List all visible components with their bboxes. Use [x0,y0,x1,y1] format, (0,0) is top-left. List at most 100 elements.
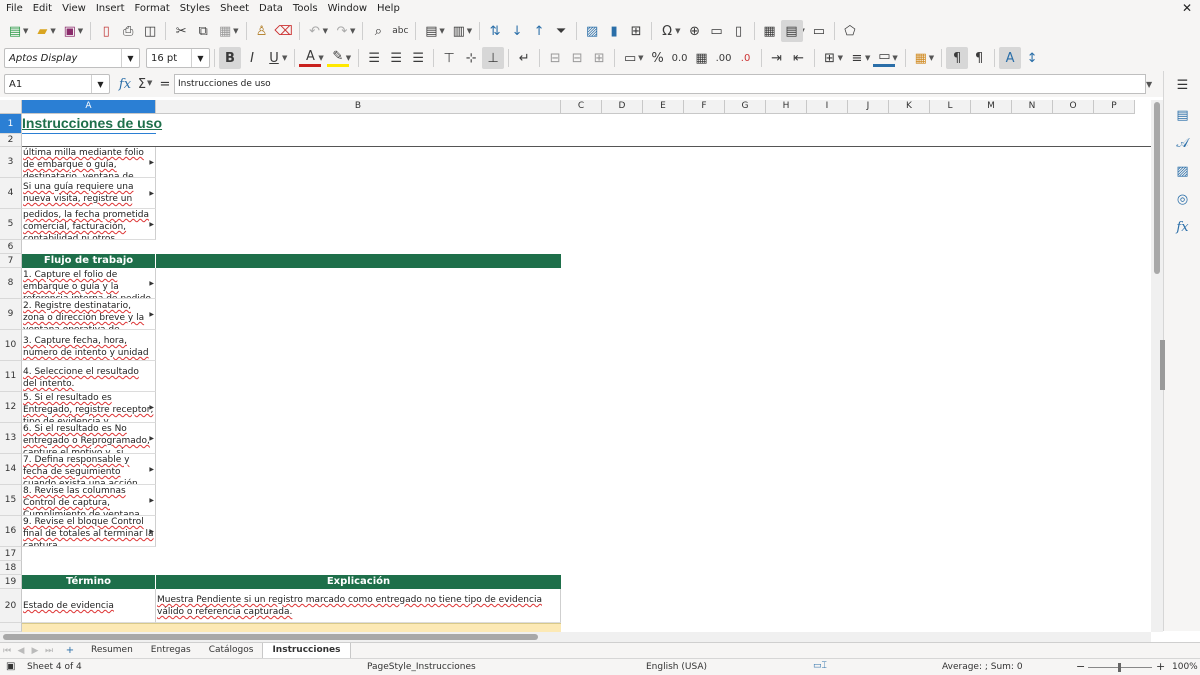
selection-mode-icon[interactable]: ▭⌶ [813,661,827,671]
row-header-15[interactable]: 15 [0,485,22,516]
merge-cells-icon[interactable]: ⊟ [566,47,588,69]
zoom-in-icon[interactable]: + [1156,660,1165,673]
chevron-down-icon[interactable]: ▼ [91,75,109,93]
align-left-icon[interactable]: ☰ [363,47,385,69]
last-sheet-icon[interactable]: ⏭ [42,646,56,656]
zoom-slider-knob[interactable] [1118,663,1121,672]
increase-indent-icon[interactable]: ⇥ [766,47,788,69]
row-header-5[interactable]: 5 [0,209,22,240]
row-header-6[interactable]: 6 [0,240,22,254]
cell-a3[interactable]: última milla mediante folio de embarque … [22,147,156,178]
cell-a8[interactable]: 1. Capture el folio de embarque o guía y… [22,268,156,299]
functions-icon[interactable]: fx [1164,213,1200,241]
vertical-scroll-thumb[interactable] [1154,102,1160,274]
menu-item-help[interactable]: Help [377,3,400,14]
cell-a5[interactable]: pedidos, la fecha prometida comercial, f… [22,209,156,240]
conditional-format-icon[interactable]: ▦ [910,47,932,69]
menu-item-tools[interactable]: Tools [293,3,318,14]
column-header-d[interactable]: D [602,100,643,114]
add-sheet-icon[interactable]: + [58,645,82,656]
column-header-k[interactable]: K [889,100,930,114]
spelling-icon[interactable]: abc [389,20,411,42]
vertical-text-icon[interactable]: ↕ [1021,47,1043,69]
row-header-13[interactable]: 13 [0,423,22,454]
sum-dropdown-icon[interactable]: ▼ [147,79,152,87]
column-header-e[interactable]: E [643,100,684,114]
menu-item-view[interactable]: View [62,3,86,14]
freeze-rows-columns-icon[interactable]: ▤ [780,20,803,42]
date-format-icon[interactable]: ▦ [691,47,713,69]
pivot-table-icon[interactable]: ⊞ [625,20,647,42]
cell-a10[interactable]: 3. Capture fecha, hora, número de intent… [22,330,156,361]
column-header-j[interactable]: J [848,100,889,114]
menu-item-format[interactable]: Format [135,3,170,14]
selection-summary[interactable]: Average: ; Sum: 0 [942,662,1023,672]
row-header-11[interactable]: 11 [0,361,22,392]
row-icon[interactable]: ▤ [420,20,442,42]
show-draw-functions-icon[interactable]: ⬠ [839,20,861,42]
sort-descending-icon[interactable]: ↑ [528,20,550,42]
chevron-down-icon[interactable]: ▼ [191,49,209,67]
insert-chart-icon[interactable]: ▮ [603,20,625,42]
sort-icon[interactable]: ⇅ [484,20,506,42]
menu-item-sheet[interactable]: Sheet [220,3,249,14]
align-right-icon[interactable]: ☰ [407,47,429,69]
add-decimal-icon[interactable]: .00 [713,47,735,69]
expand-formula-icon[interactable]: ▼ [1146,80,1152,89]
column-header-g[interactable]: G [725,100,766,114]
number-format-icon[interactable]: 0.0 [669,47,691,69]
paste-icon[interactable]: ▦ [214,20,236,42]
row-header-20[interactable]: 20 [0,589,22,623]
corner-select-all[interactable] [0,100,22,114]
zoom-out-icon[interactable]: − [1076,660,1085,673]
menu-item-edit[interactable]: Edit [33,3,52,14]
find-replace-icon[interactable]: ⌕ [367,20,389,42]
border-style-icon[interactable]: ≡ [846,47,868,69]
new-document-icon[interactable]: ▤ [4,20,26,42]
italic-icon[interactable]: I [241,47,263,69]
next-sheet-icon[interactable]: ▶ [28,646,42,656]
delete-decimal-icon[interactable]: .0 [735,47,757,69]
underline-icon[interactable]: U [263,47,285,69]
cell-a15[interactable]: 8. Revise las columnas Control de captur… [22,485,156,516]
export-pdf-icon[interactable]: ▯ [95,20,117,42]
styles-icon[interactable]: 𝒜 [1164,129,1200,157]
row-header-14[interactable]: 14 [0,454,22,485]
column-header-f[interactable]: F [684,100,725,114]
horizontal-scroll-thumb[interactable] [3,634,538,640]
autofilter-icon[interactable]: ⏷ [550,20,572,42]
page-style[interactable]: PageStyle_Instrucciones [367,662,476,672]
row-header-17[interactable]: 17 [0,547,22,561]
column-header-b[interactable]: B [156,100,561,114]
open-folder-icon[interactable]: ▰ [31,20,53,42]
menu-item-window[interactable]: Window [328,3,367,14]
header-explicacion[interactable]: Explicación [156,575,561,589]
hyperlink-icon[interactable]: ⊕ [684,20,706,42]
column-header-n[interactable]: N [1012,100,1053,114]
language[interactable]: English (USA) [646,662,707,672]
close-icon[interactable]: ✕ [1182,1,1192,15]
border-color-icon[interactable]: ▭ [873,49,896,67]
formula-input[interactable]: Instrucciones de uso [174,74,1146,94]
sheet-tab-4[interactable]: Instrucciones [262,642,351,659]
properties-icon[interactable]: ▤ [1164,101,1200,129]
cell-a11[interactable]: 4. Seleccione el resultado del intento. [22,361,156,392]
align-bottom-icon[interactable]: ⊥ [482,47,505,69]
cut-icon[interactable]: ✂ [170,20,192,42]
menu-item-file[interactable]: File [6,3,23,14]
gallery-icon[interactable]: ▨ [1164,157,1200,185]
column-header-l[interactable]: L [930,100,971,114]
align-middle-icon[interactable]: ⊹ [460,47,482,69]
navigator-icon[interactable]: ◎ [1164,185,1200,213]
sheet-tab-1[interactable]: Resumen [82,643,142,659]
menu-item-data[interactable]: Data [259,3,283,14]
left-to-right-icon[interactable]: ¶ [946,47,969,69]
sheet-tab-2[interactable]: Entregas [142,643,200,659]
row-header-8[interactable]: 8 [0,268,22,299]
menu-item-styles[interactable]: Styles [180,3,210,14]
row-header-1[interactable]: 1 [0,114,22,134]
header-footer-icon[interactable]: ▯ [728,20,750,42]
cell-a20[interactable]: Estado de evidencia [22,589,156,623]
chevron-down-icon[interactable]: ▼ [121,49,139,67]
cell-a9[interactable]: 2. Registre destinatario, zona o direcci… [22,299,156,330]
